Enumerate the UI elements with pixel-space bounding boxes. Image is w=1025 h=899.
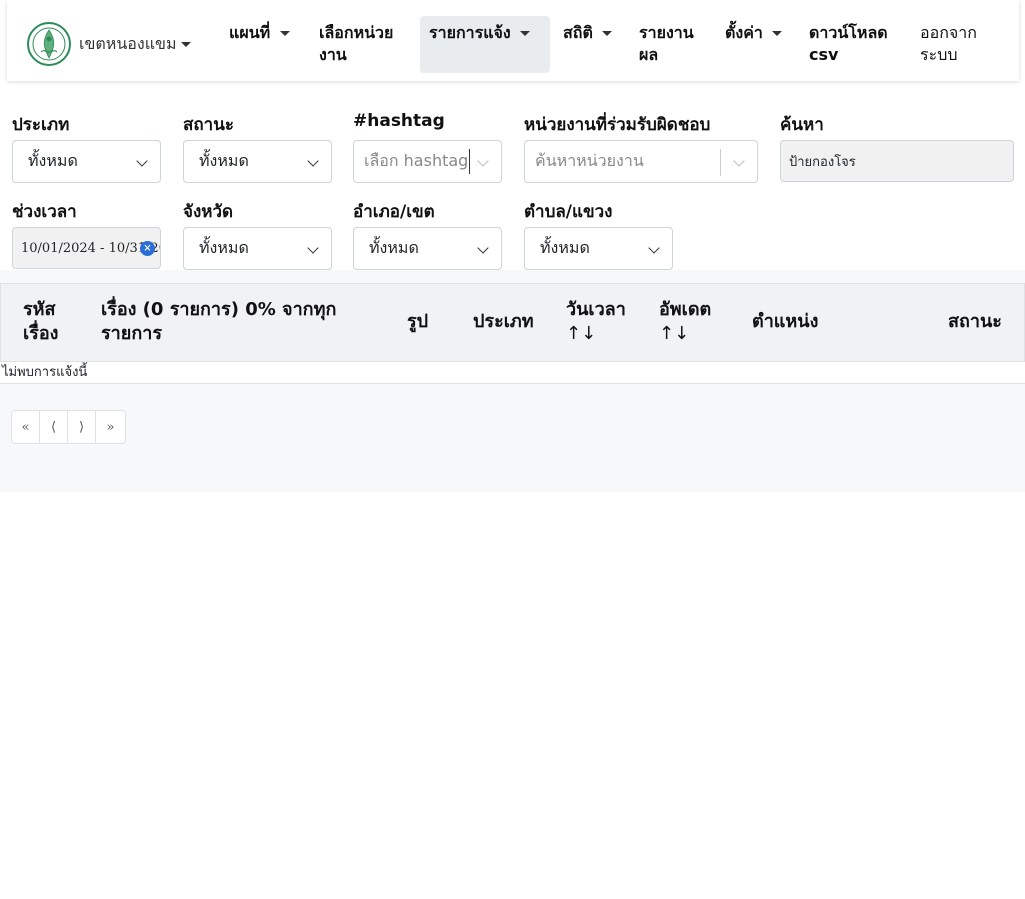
search-filter-label: ค้นหา (780, 115, 824, 135)
status-select[interactable]: ทั้งหมด (183, 140, 332, 183)
nav-logout-label: ออกจากระบบ (920, 23, 977, 64)
nav-select-agency-label: เลือกหน่วยงาน (319, 23, 394, 64)
nav-map[interactable]: แผนที่ (220, 16, 308, 73)
subdistrict-select[interactable]: ทั้งหมด (524, 227, 673, 270)
nav-logout[interactable]: ออกจากระบบ (911, 16, 1001, 73)
chevron-down-icon (772, 31, 783, 36)
district-select[interactable]: ทั้งหมด (353, 227, 502, 270)
prev-page-button[interactable]: ⟨ (40, 411, 68, 443)
nav-statistics[interactable]: สถิติ (554, 16, 629, 73)
subdistrict-select-value: ทั้งหมด (540, 238, 590, 257)
col-title[interactable]: เรื่อง (0 รายการ) 0% จากทุกรายการ (101, 298, 361, 346)
chevron-down-icon (279, 31, 290, 36)
chevron-down-icon (733, 155, 745, 167)
col-location: ตำแหน่ง (752, 311, 819, 332)
status-select-value: ทั้งหมด (199, 151, 249, 170)
col-updated[interactable]: อัพเดต ↑↓ (659, 298, 711, 346)
nav-settings-label: ตั้งค่า (725, 23, 763, 42)
nav-results-report[interactable]: รายงานผล (630, 16, 708, 73)
nav-settings[interactable]: ตั้งค่า (716, 16, 806, 73)
col-id[interactable]: รหัสเรื่อง (23, 298, 83, 346)
bma-seal-icon (27, 22, 71, 66)
col-updated-label: อัพเดต (659, 299, 712, 320)
select-divider (720, 149, 721, 176)
col-datetime-label: วันเวลา (566, 299, 626, 320)
col-status[interactable]: สถานะ (948, 310, 1002, 334)
col-photo: รูป (407, 311, 429, 332)
table-header: รหัสเรื่อง เรื่อง (0 รายการ) 0% จากทุกรา… (0, 283, 1025, 362)
nav-reports[interactable]: รายการแจ้ง (420, 16, 550, 73)
col-datetime[interactable]: วันเวลา ↑↓ (566, 298, 626, 346)
status-filter-label: สถานะ (183, 115, 234, 135)
province-filter-label: จังหวัด (183, 202, 234, 222)
chevron-down-icon (136, 155, 148, 167)
hashtag-select[interactable]: เลือก hashtag (353, 140, 502, 183)
agency-select-placeholder: ค้นหาหน่วยงาน (535, 151, 644, 170)
pagination: « ⟨ ⟩ » (11, 410, 126, 444)
next-page-button[interactable]: ⟩ (68, 411, 96, 443)
nav-select-agency[interactable]: เลือกหน่วยงาน (310, 16, 410, 73)
district-select-value: ทั้งหมด (369, 238, 419, 257)
province-select[interactable]: ทั้งหมด (183, 227, 332, 270)
chevron-down-icon (307, 242, 319, 254)
sort-icon[interactable]: ↑↓ (659, 322, 711, 346)
chevron-down-icon (520, 31, 531, 36)
brand-dropdown[interactable]: เขตหนองแขม (27, 22, 191, 66)
chevron-down-icon (477, 155, 489, 167)
chevron-down-icon (307, 155, 319, 167)
nav-download-csv-label: ดาวน์โหลด csv (809, 23, 888, 64)
hashtag-select-placeholder: เลือก hashtag (364, 149, 470, 174)
chevron-down-icon (180, 41, 191, 47)
brand-label: เขตหนองแขม (79, 33, 177, 53)
nav-map-label: แผนที่ (229, 23, 271, 42)
type-select-value: ทั้งหมด (28, 151, 78, 170)
date-range-input[interactable]: 10/01/2024 - 10/31/2024 × (12, 227, 161, 269)
search-input[interactable]: ป้ายกองโจร (780, 140, 1014, 182)
agency-select[interactable]: ค้นหาหน่วยงาน (524, 140, 758, 183)
col-type[interactable]: ประเภท (473, 310, 534, 334)
period-filter-label: ช่วงเวลา (12, 202, 77, 222)
type-select[interactable]: ทั้งหมด (12, 140, 161, 183)
nav-statistics-label: สถิติ (563, 23, 593, 42)
hashtag-filter-label: #hashtag (353, 111, 445, 131)
chevron-down-icon (477, 242, 489, 254)
nav-download-csv[interactable]: ดาวน์โหลด csv (800, 16, 910, 73)
first-page-button[interactable]: « (12, 411, 40, 443)
chevron-down-icon (602, 31, 613, 36)
subdistrict-filter-label: ตำบล/แขวง (524, 202, 613, 222)
top-navbar: เขตหนองแขม แผนที่ เลือกหน่วยงาน รายการแจ… (7, 0, 1019, 81)
chevron-down-icon (648, 242, 660, 254)
province-select-value: ทั้งหมด (199, 238, 249, 257)
last-page-button[interactable]: » (96, 411, 125, 443)
type-filter-label: ประเภท (12, 115, 70, 135)
empty-table-message: ไม่พบการแจ้งนี้ (0, 362, 1025, 384)
sort-icon[interactable]: ↑↓ (566, 322, 626, 346)
agency-filter-label: หน่วยงานที่ร่วมรับผิดชอบ (524, 115, 711, 135)
district-filter-label: อำเภอ/เขต (353, 202, 435, 222)
nav-results-report-label: รายงานผล (639, 23, 694, 64)
clear-icon[interactable]: × (140, 241, 155, 256)
search-input-value: ป้ายกองโจร (789, 154, 856, 170)
nav-reports-label: รายการแจ้ง (429, 23, 511, 42)
